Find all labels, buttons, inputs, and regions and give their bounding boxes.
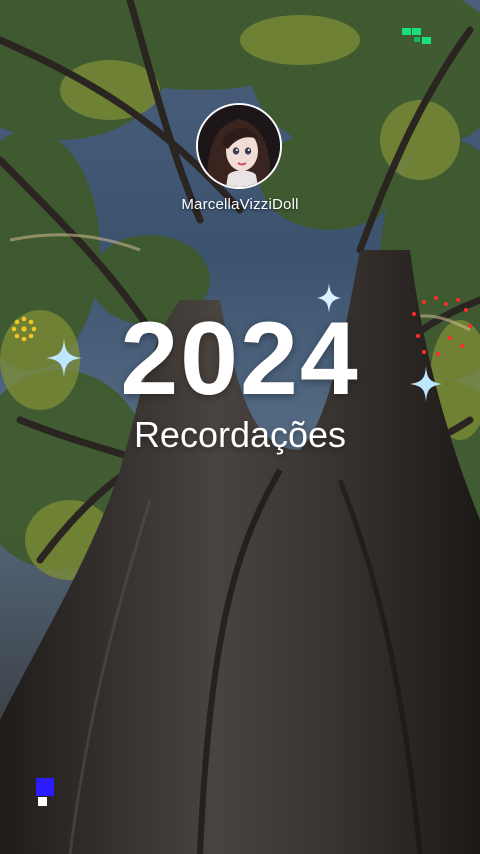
- blue-square-icon: [36, 778, 54, 806]
- doll-avatar-icon: [198, 105, 280, 187]
- green-pixels-icon: [402, 28, 431, 44]
- avatar[interactable]: [196, 103, 282, 189]
- subtitle: Recordações: [133, 414, 347, 455]
- username[interactable]: MarcellaVizziDoll: [0, 196, 480, 213]
- year-title: 2024: [120, 301, 360, 417]
